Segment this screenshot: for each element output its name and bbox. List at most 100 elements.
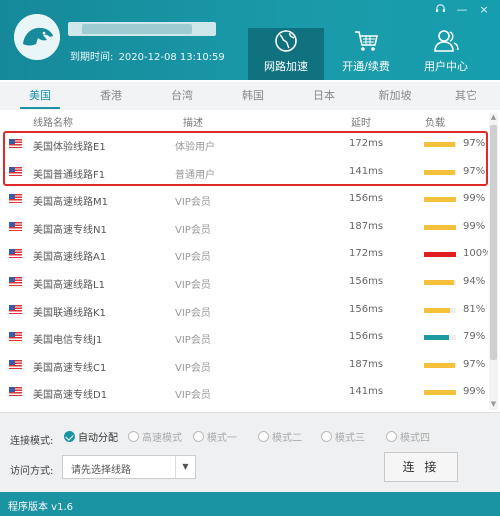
line-load: 99% (463, 386, 486, 398)
scroll-down-arrow[interactable]: ▼ (489, 400, 498, 409)
us-flag-icon (9, 332, 22, 342)
load-bar (424, 224, 456, 230)
radio-icon (258, 430, 269, 442)
load-bar (424, 307, 456, 313)
line-name: 美国高速专线D1 (33, 390, 108, 402)
radio-icon (386, 430, 397, 442)
line-load: 99% (463, 220, 486, 232)
radio-icon (193, 430, 204, 442)
line-row[interactable]: 美国高速专线C1 VIP会员 187ms 97% (0, 351, 488, 379)
load-bar (424, 335, 456, 341)
line-load: 97% (463, 358, 486, 370)
nav-network-accel[interactable]: 网路加速 (248, 28, 324, 80)
load-bar (424, 390, 456, 396)
load-bar (424, 252, 456, 258)
col-desc: 描述 (183, 118, 203, 129)
line-latency: 187ms (349, 358, 384, 370)
line-load: 79% (463, 331, 486, 343)
nav-label: 开通/续费 (342, 60, 390, 73)
close-button[interactable]: × (478, 3, 490, 17)
user-icon (408, 28, 484, 54)
line-desc: VIP会员 (175, 307, 211, 319)
line-name: 美国高速线路A1 (33, 252, 107, 264)
chevron-down-icon[interactable]: ▼ (175, 456, 195, 478)
load-bar-fill (424, 224, 456, 230)
mode-label: 模式四 (400, 432, 430, 444)
mode-label: 模式二 (272, 432, 302, 444)
cart-icon (328, 28, 404, 54)
line-load: 94% (463, 276, 486, 287)
col-latency: 延时 (351, 118, 371, 129)
tab-region-other[interactable]: 其它 (434, 82, 498, 110)
line-latency: 156ms (349, 303, 384, 315)
line-desc: VIP会员 (175, 224, 211, 236)
line-row[interactable]: 美国高速线路A1 VIP会员 172ms 100% (0, 240, 488, 268)
radio-icon (64, 430, 75, 442)
region-tabs: 美国 香港 台湾 韩国 日本 新加坡 其它 (0, 82, 500, 110)
select-value: 请先选择线路 (71, 465, 131, 476)
nav-subscribe[interactable]: 开通/续费 (328, 28, 404, 80)
expire-label: 到期时间: (70, 52, 114, 63)
scroll-up-arrow[interactable]: ▲ (489, 113, 498, 122)
tab-region-sg[interactable]: 新加坡 (363, 82, 427, 110)
mode-high-speed[interactable]: 高速模式 (128, 429, 182, 444)
us-flag-icon (9, 277, 22, 286)
connect-button[interactable]: 连 接 (384, 452, 458, 482)
app-header: 到期时间: 2020-12-08 13:10:59 — × 网路加速 开通/续费… (0, 0, 500, 80)
line-load: 81% (463, 303, 486, 315)
col-load: 负载 (425, 118, 445, 129)
tab-region-us[interactable]: 美国 (8, 82, 72, 110)
nav-user-center[interactable]: 用户中心 (408, 28, 484, 80)
version-text: 程序版本 v1.6 (8, 502, 73, 513)
bottom-panel: 连接模式: 自动分配 高速模式 模式一 模式二 模式三 模式四 访问方式: 请先… (0, 412, 500, 492)
line-desc: VIP会员 (175, 252, 211, 264)
line-desc: VIP会员 (175, 197, 211, 209)
expire-value: 2020-12-08 13:10:59 (118, 52, 225, 63)
load-bar-fill (424, 307, 450, 313)
tab-region-tw[interactable]: 台湾 (150, 82, 214, 110)
line-row[interactable]: 美国高速线路L1 VIP会员 156ms 94% (0, 268, 488, 296)
line-row[interactable]: 美国高速专线D1 VIP会员 141ms 99% (0, 378, 488, 406)
headset-icon[interactable] (434, 3, 446, 17)
username-masked (68, 22, 216, 36)
tab-region-kr[interactable]: 韩国 (221, 82, 285, 110)
line-row[interactable]: 美国高速专线N1 VIP会员 187ms 99% (0, 213, 488, 241)
us-flag-icon (9, 194, 22, 204)
radio-icon (128, 430, 139, 442)
tab-region-jp[interactable]: 日本 (292, 82, 356, 110)
load-bar-fill (424, 197, 456, 203)
radio-icon (321, 430, 332, 442)
line-desc: VIP会员 (175, 362, 211, 374)
connect-mode-label: 连接模式: (10, 436, 54, 447)
us-flag-icon (9, 359, 22, 369)
highlight-box (3, 131, 488, 186)
minimize-button[interactable]: — (456, 3, 468, 17)
mode-four[interactable]: 模式四 (386, 429, 430, 444)
load-bar-fill (424, 252, 456, 258)
nav-label: 网路加速 (264, 60, 308, 73)
access-method-select[interactable]: 请先选择线路 ▼ (62, 455, 196, 479)
nav-label: 用户中心 (424, 60, 468, 73)
access-method-label: 访问方式: (10, 466, 54, 477)
line-name: 美国高速专线C1 (33, 362, 107, 374)
mode-auto[interactable]: 自动分配 (64, 429, 118, 444)
globe-icon (248, 28, 324, 54)
scrollbar-thumb[interactable] (490, 125, 497, 360)
mode-three[interactable]: 模式三 (321, 429, 365, 444)
load-bar (424, 362, 456, 368)
line-row[interactable]: 美国高速线路M1 VIP会员 156ms 99% (0, 185, 488, 213)
expire-time: 到期时间: 2020-12-08 13:10:59 (68, 48, 225, 63)
load-bar (424, 197, 456, 203)
line-load: 100% (463, 248, 488, 260)
tab-region-hk[interactable]: 香港 (79, 82, 143, 110)
line-name: 美国高速线路M1 (33, 197, 108, 209)
mode-one[interactable]: 模式一 (193, 429, 237, 444)
load-bar (424, 280, 456, 285)
line-row[interactable]: 美国联通线路K1 VIP会员 156ms 81% (0, 296, 488, 324)
line-latency: 156ms (349, 193, 384, 205)
mode-two[interactable]: 模式二 (258, 429, 302, 444)
line-name: 美国高速线路L1 (33, 280, 105, 291)
line-row[interactable]: 美国电信专线J1 VIP会员 156ms 79% (0, 323, 488, 351)
load-bar-fill (424, 280, 455, 285)
us-flag-icon (9, 249, 22, 259)
